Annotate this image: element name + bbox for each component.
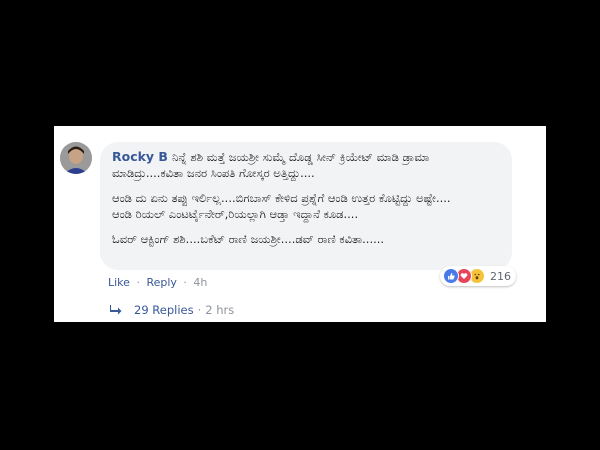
view-replies-link[interactable]: 29 Replies bbox=[134, 303, 194, 317]
comment-bubble: Rocky B ನಿನ್ನೆ ಶಶಿ ಮತ್ತೆ ಜಯಶ್ರೀ ಸುಮ್ಮೆ ದೊ… bbox=[100, 142, 512, 270]
comment-actions: Like · Reply · 4h bbox=[108, 276, 207, 289]
separator: · bbox=[183, 276, 187, 289]
avatar[interactable] bbox=[60, 142, 92, 174]
replies-timestamp: 2 hrs bbox=[205, 303, 235, 317]
comment-line-4: ಓವರ್ ಆಕ್ಟಿಂಗ್ ಶಶಿ....ಬಕೆಟ್ ರಾಣಿ ಜಯಶ್ರೀ..… bbox=[112, 232, 385, 246]
comment-panel: Rocky B ನಿನ್ನೆ ಶಶಿ ಮತ್ತೆ ಜಯಶ್ರೀ ಸುಮ್ಮೆ ದೊ… bbox=[54, 126, 546, 322]
separator: · bbox=[197, 303, 202, 317]
replies-row[interactable]: 29 Replies · 2 hrs bbox=[110, 303, 234, 317]
reactions-summary[interactable]: 216 bbox=[440, 266, 516, 286]
avatar-image bbox=[60, 142, 92, 174]
like-link[interactable]: Like bbox=[108, 276, 130, 289]
like-icon bbox=[443, 268, 459, 284]
comment-timestamp[interactable]: 4h bbox=[193, 276, 207, 289]
comment-line-1: Rocky B ನಿನ್ನೆ ಶಶಿ ಮತ್ತೆ ಜಯಶ್ರೀ ಸುಮ್ಮೆ ದೊ… bbox=[112, 149, 430, 180]
comment-author[interactable]: Rocky B bbox=[112, 149, 168, 164]
separator: · bbox=[136, 276, 140, 289]
reply-link[interactable]: Reply bbox=[146, 276, 176, 289]
reply-arrow-icon bbox=[110, 305, 122, 315]
comment-line-2: ಆಂಡಿ ದು ಏನು ತಪ್ಪು ಇರ್ಲಿಲ್ಲ....ಬಿಗಬಾಸ್ ಕೇ… bbox=[112, 191, 451, 205]
comment-line-3: ಆಂಡಿ ರಿಯಲ್ ಎಂಟರ್ಟೈನೇರ್,ರಿಯಲ್ಲಾಗಿ ಆಡ್ತಾ ಇ… bbox=[112, 207, 359, 221]
reaction-count: 216 bbox=[490, 269, 511, 283]
